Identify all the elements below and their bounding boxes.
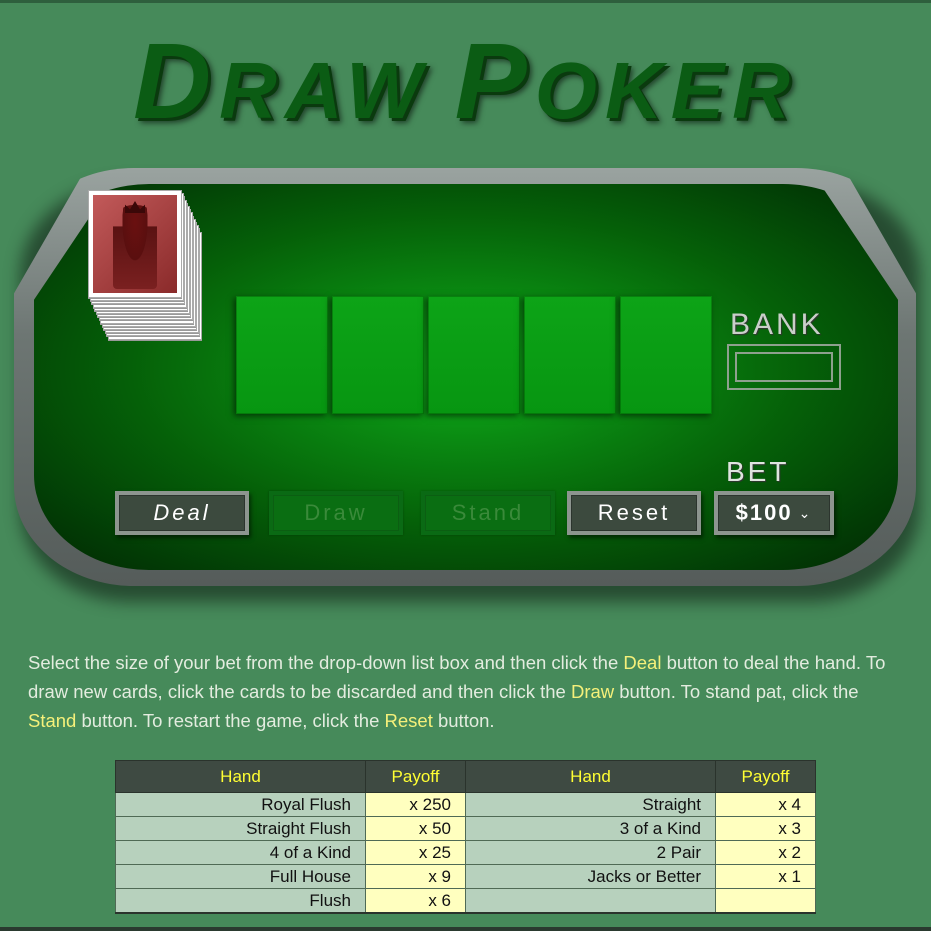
hand-name-cell: Jacks or Better — [465, 864, 716, 889]
card-deck — [78, 190, 208, 340]
instructions-stand-highlight: Stand — [28, 710, 77, 731]
stand-button-label: Stand — [425, 495, 551, 531]
hand-name-cell: Straight Flush — [115, 816, 366, 841]
instructions-part: button. — [432, 710, 495, 731]
reset-button[interactable]: Reset — [567, 491, 701, 535]
king-card-back-image — [93, 195, 177, 293]
payoff-row: Royal Flush x 250 Straight x 4 — [115, 792, 816, 817]
hand-name-cell: 4 of a Kind — [115, 840, 366, 865]
instructions-reset-highlight: Reset — [384, 710, 433, 731]
payoff-cell: x 9 — [365, 864, 466, 889]
payoff-cell: x 4 — [715, 792, 816, 817]
reset-button-label: Reset — [571, 495, 697, 531]
column-header-payoff: Payoff — [715, 760, 816, 793]
payoff-row: Straight Flush x 50 3 of a Kind x 3 — [115, 816, 816, 841]
deck-card — [88, 190, 182, 298]
title-word-rest: OKER — [534, 46, 798, 135]
draw-button-label: Draw — [273, 495, 399, 531]
bet-select[interactable]: $100 ⌄ — [714, 491, 834, 535]
bet-select-value: $100 — [735, 500, 793, 525]
instructions-draw-highlight: Draw — [570, 681, 615, 702]
chevron-down-icon: ⌄ — [798, 504, 813, 521]
top-border — [0, 0, 931, 3]
card-slot-4[interactable] — [524, 296, 616, 414]
hand-name-cell: Flush — [115, 888, 366, 914]
instructions-text: Select the size of your bet from the dro… — [28, 648, 908, 735]
bank-display — [727, 344, 841, 390]
payoff-cell: x 50 — [365, 816, 466, 841]
card-slot-5[interactable] — [620, 296, 712, 414]
payoff-row: Flush x 6 — [115, 888, 816, 914]
payoff-row: 4 of a Kind x 25 2 Pair x 2 — [115, 840, 816, 865]
payoff-header-row: Hand Payoff Hand Payoff — [115, 760, 816, 793]
hand-name-cell: Straight — [465, 792, 716, 817]
card-slot-2[interactable] — [332, 296, 424, 414]
deal-button[interactable]: Deal — [115, 491, 249, 535]
crown-icon — [125, 201, 145, 213]
hand-name-cell: Royal Flush — [115, 792, 366, 817]
instructions-deal-highlight: Deal — [623, 652, 662, 673]
payoff-cell: x 1 — [715, 864, 816, 889]
column-header-payoff: Payoff — [365, 760, 466, 793]
payoff-row: Full House x 9 Jacks or Better x 1 — [115, 864, 816, 889]
bet-label: BET — [726, 456, 790, 487]
hand-name-cell: Full House — [115, 864, 366, 889]
bank-label: BANK — [730, 308, 824, 341]
card-slot-3[interactable] — [428, 296, 520, 414]
deal-button-label: Deal — [119, 495, 245, 531]
column-header-hand: Hand — [465, 760, 716, 793]
title-word-rest: RAW — [219, 46, 430, 135]
title-letter: D — [133, 20, 220, 141]
payoff-cell: x 25 — [365, 840, 466, 865]
payoff-cell — [715, 888, 816, 914]
hand-name-cell: 3 of a Kind — [465, 816, 716, 841]
game-title: DRAW POKER — [0, 18, 931, 143]
payoff-cell: x 2 — [715, 840, 816, 865]
payoff-table: Hand Payoff Hand Payoff Royal Flush x 250… — [115, 760, 816, 914]
stand-button[interactable]: Stand — [421, 491, 555, 535]
payoff-cell: x 250 — [365, 792, 466, 817]
hand-name-cell — [465, 888, 716, 914]
hand-name-cell: 2 Pair — [465, 840, 716, 865]
column-header-hand: Hand — [115, 760, 366, 793]
bottom-border — [0, 927, 931, 931]
instructions-part: button. To restart the game, click the — [76, 710, 385, 731]
title-letter: P — [454, 20, 535, 141]
draw-button[interactable]: Draw — [269, 491, 403, 535]
instructions-part: button. To stand pat, click the — [614, 681, 859, 702]
payoff-cell: x 3 — [715, 816, 816, 841]
payoff-cell: x 6 — [365, 888, 466, 914]
card-slot-1[interactable] — [236, 296, 328, 414]
instructions-part: Select the size of your bet from the dro… — [28, 652, 624, 673]
